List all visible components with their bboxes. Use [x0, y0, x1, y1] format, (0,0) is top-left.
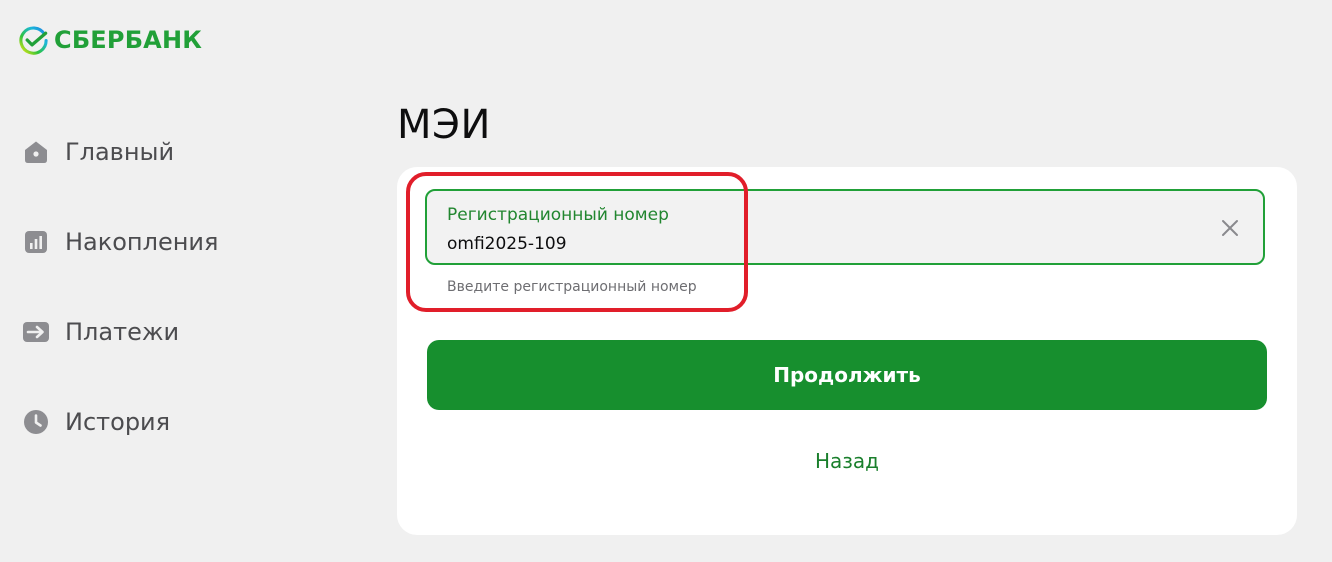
sidebar-item-label: Накопления — [65, 228, 219, 256]
continue-button[interactable]: Продолжить — [427, 340, 1267, 410]
bar-chart-icon — [22, 228, 50, 256]
sidebar-item-label: История — [65, 408, 171, 436]
registration-number-field[interactable]: Регистрационный номер — [425, 189, 1265, 265]
sidebar-item-label: Главный — [65, 138, 175, 166]
sidebar-nav: Главный Накопления Платежи История — [0, 0, 360, 562]
clear-button[interactable] — [1217, 215, 1243, 241]
field-label: Регистрационный номер — [447, 205, 669, 225]
registration-number-input[interactable] — [447, 232, 1187, 256]
clock-icon — [22, 408, 50, 436]
sidebar-item-history[interactable]: История — [22, 402, 170, 442]
arrow-right-icon — [22, 318, 50, 346]
field-hint: Введите регистрационный номер — [447, 279, 697, 295]
sidebar-item-home[interactable]: Главный — [22, 132, 174, 172]
home-icon — [22, 138, 50, 166]
sidebar-item-savings[interactable]: Накопления — [22, 222, 218, 262]
close-icon — [1222, 220, 1238, 236]
sidebar-item-label: Платежи — [65, 318, 180, 346]
page-title: МЭИ — [397, 102, 491, 148]
sidebar-item-payments[interactable]: Платежи — [22, 312, 179, 352]
registration-card: Регистрационный номер Введите регистраци… — [397, 167, 1297, 535]
back-link[interactable]: Назад — [427, 449, 1267, 473]
